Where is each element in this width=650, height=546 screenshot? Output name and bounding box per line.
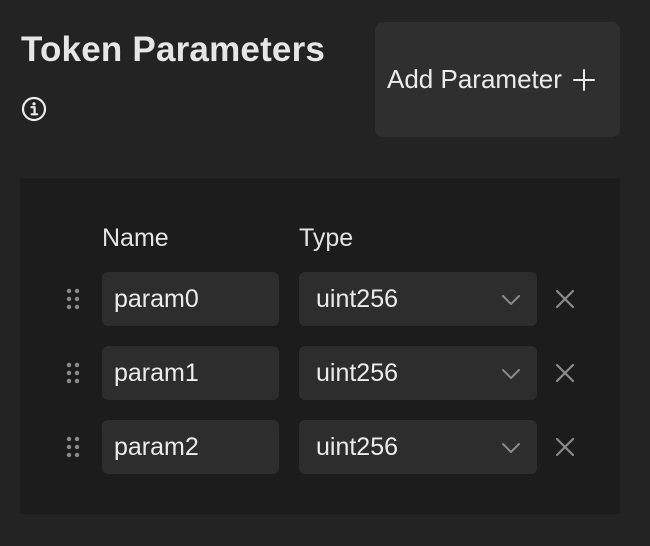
chevron-down-icon (502, 295, 520, 305)
drag-handle-icon[interactable] (66, 288, 80, 310)
parameter-type-select[interactable]: uint256 (299, 272, 537, 326)
add-parameter-button[interactable]: Add Parameter (375, 22, 620, 137)
close-icon[interactable] (553, 435, 577, 459)
close-icon[interactable] (553, 287, 577, 311)
parameter-type-value: uint256 (316, 359, 399, 387)
chevron-down-icon (502, 369, 520, 379)
parameter-row: uint256 (20, 346, 620, 400)
parameter-row: uint256 (20, 272, 620, 326)
parameter-name-input[interactable] (102, 272, 279, 326)
parameter-name-input[interactable] (102, 420, 279, 474)
plus-icon (572, 68, 595, 91)
page-title: Token Parameters (21, 30, 326, 69)
parameters-table: Name Type uint256 (20, 178, 620, 514)
parameter-row: uint256 (20, 420, 620, 474)
column-header-type: Type (299, 224, 354, 252)
parameter-type-value: uint256 (316, 285, 399, 313)
drag-handle-icon[interactable] (66, 436, 80, 458)
parameter-type-select[interactable]: uint256 (299, 420, 537, 474)
drag-handle-icon[interactable] (66, 362, 80, 384)
close-icon[interactable] (553, 361, 577, 385)
parameter-type-select[interactable]: uint256 (299, 346, 537, 400)
add-parameter-label: Add Parameter (387, 64, 562, 94)
chevron-down-icon (502, 443, 520, 453)
parameter-name-input[interactable] (102, 346, 279, 400)
parameter-type-value: uint256 (316, 433, 399, 461)
column-header-name: Name (102, 224, 169, 252)
info-icon[interactable] (21, 96, 47, 122)
token-parameters-page: Token Parameters Add Parameter Name Type… (0, 0, 650, 546)
